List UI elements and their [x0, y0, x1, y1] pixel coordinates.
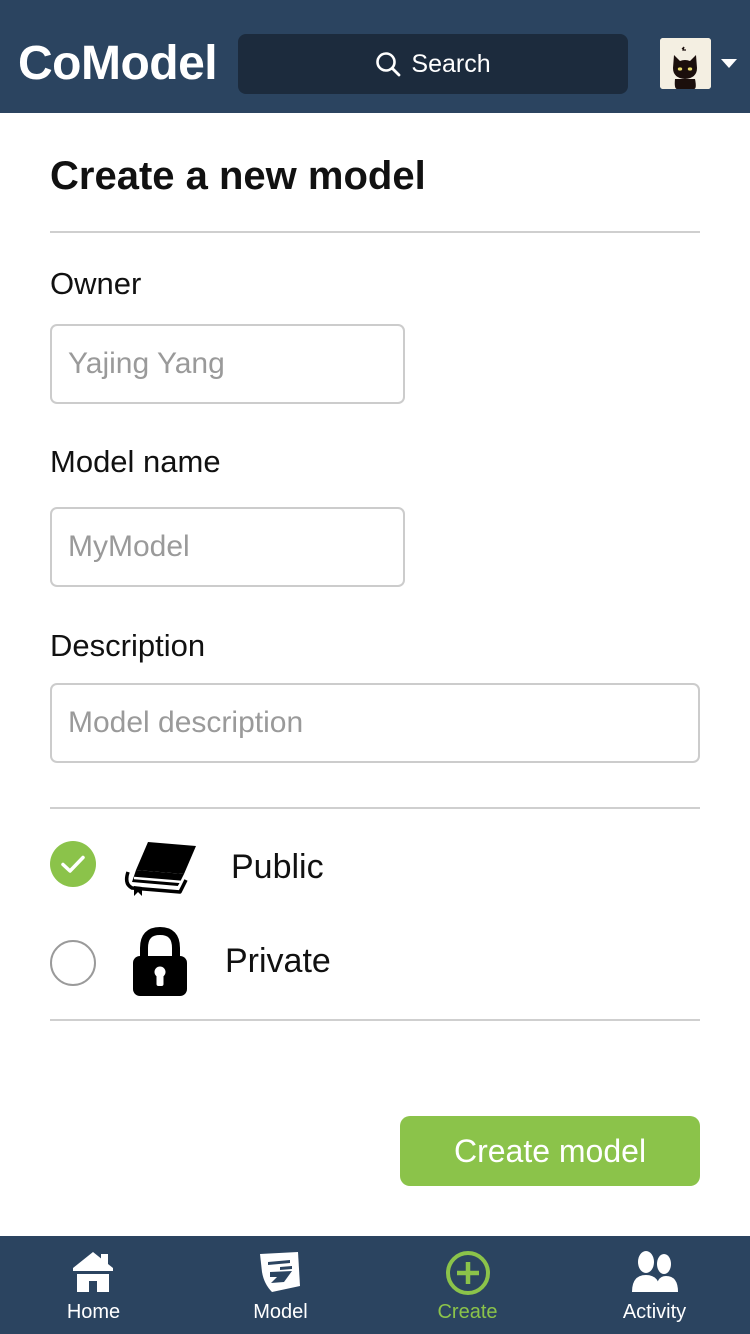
plus-circle-icon — [446, 1251, 490, 1295]
private-radio[interactable] — [50, 940, 96, 986]
search-icon — [376, 52, 401, 77]
model-icon — [260, 1252, 300, 1292]
title-divider — [50, 231, 700, 233]
tab-home-label: Home — [66, 1301, 121, 1323]
model-name-label: Model name — [50, 444, 221, 479]
tab-home[interactable]: Home — [0, 1236, 187, 1334]
owner-field[interactable] — [50, 324, 405, 404]
description-label: Description — [50, 628, 206, 663]
app-logo[interactable]: CoModel — [18, 36, 218, 92]
tab-activity[interactable]: Activity — [561, 1236, 748, 1334]
description-field[interactable] — [50, 683, 700, 763]
cat-avatar-icon — [660, 38, 711, 89]
model-name-field[interactable] — [50, 507, 405, 587]
search-label: Search — [411, 49, 491, 78]
create-model-button[interactable]: Create model — [400, 1116, 700, 1186]
tab-create-label: Create — [437, 1301, 498, 1323]
check-icon — [61, 855, 85, 873]
tab-model[interactable]: Model — [187, 1236, 374, 1334]
owner-label: Owner — [50, 266, 142, 301]
public-label[interactable]: Public — [231, 847, 324, 887]
lock-icon — [133, 926, 187, 996]
visibility-top-divider — [50, 807, 700, 809]
page-title: Create a new model — [50, 154, 426, 198]
home-icon — [73, 1252, 113, 1292]
tab-model-label: Model — [253, 1301, 308, 1323]
visibility-bottom-divider — [50, 1019, 700, 1021]
caret-down-icon[interactable] — [721, 59, 737, 68]
tab-create[interactable]: Create — [374, 1236, 561, 1334]
top-bar: CoModel Search — [0, 0, 750, 113]
book-icon — [124, 842, 196, 896]
public-radio[interactable] — [50, 841, 96, 887]
bottom-nav: Home Model Create Activity — [0, 1236, 750, 1334]
tab-activity-label: Activity — [622, 1301, 687, 1323]
private-label[interactable]: Private — [225, 941, 331, 981]
people-icon — [632, 1251, 678, 1292]
search-bar[interactable]: Search — [238, 34, 628, 94]
avatar[interactable] — [660, 38, 711, 89]
